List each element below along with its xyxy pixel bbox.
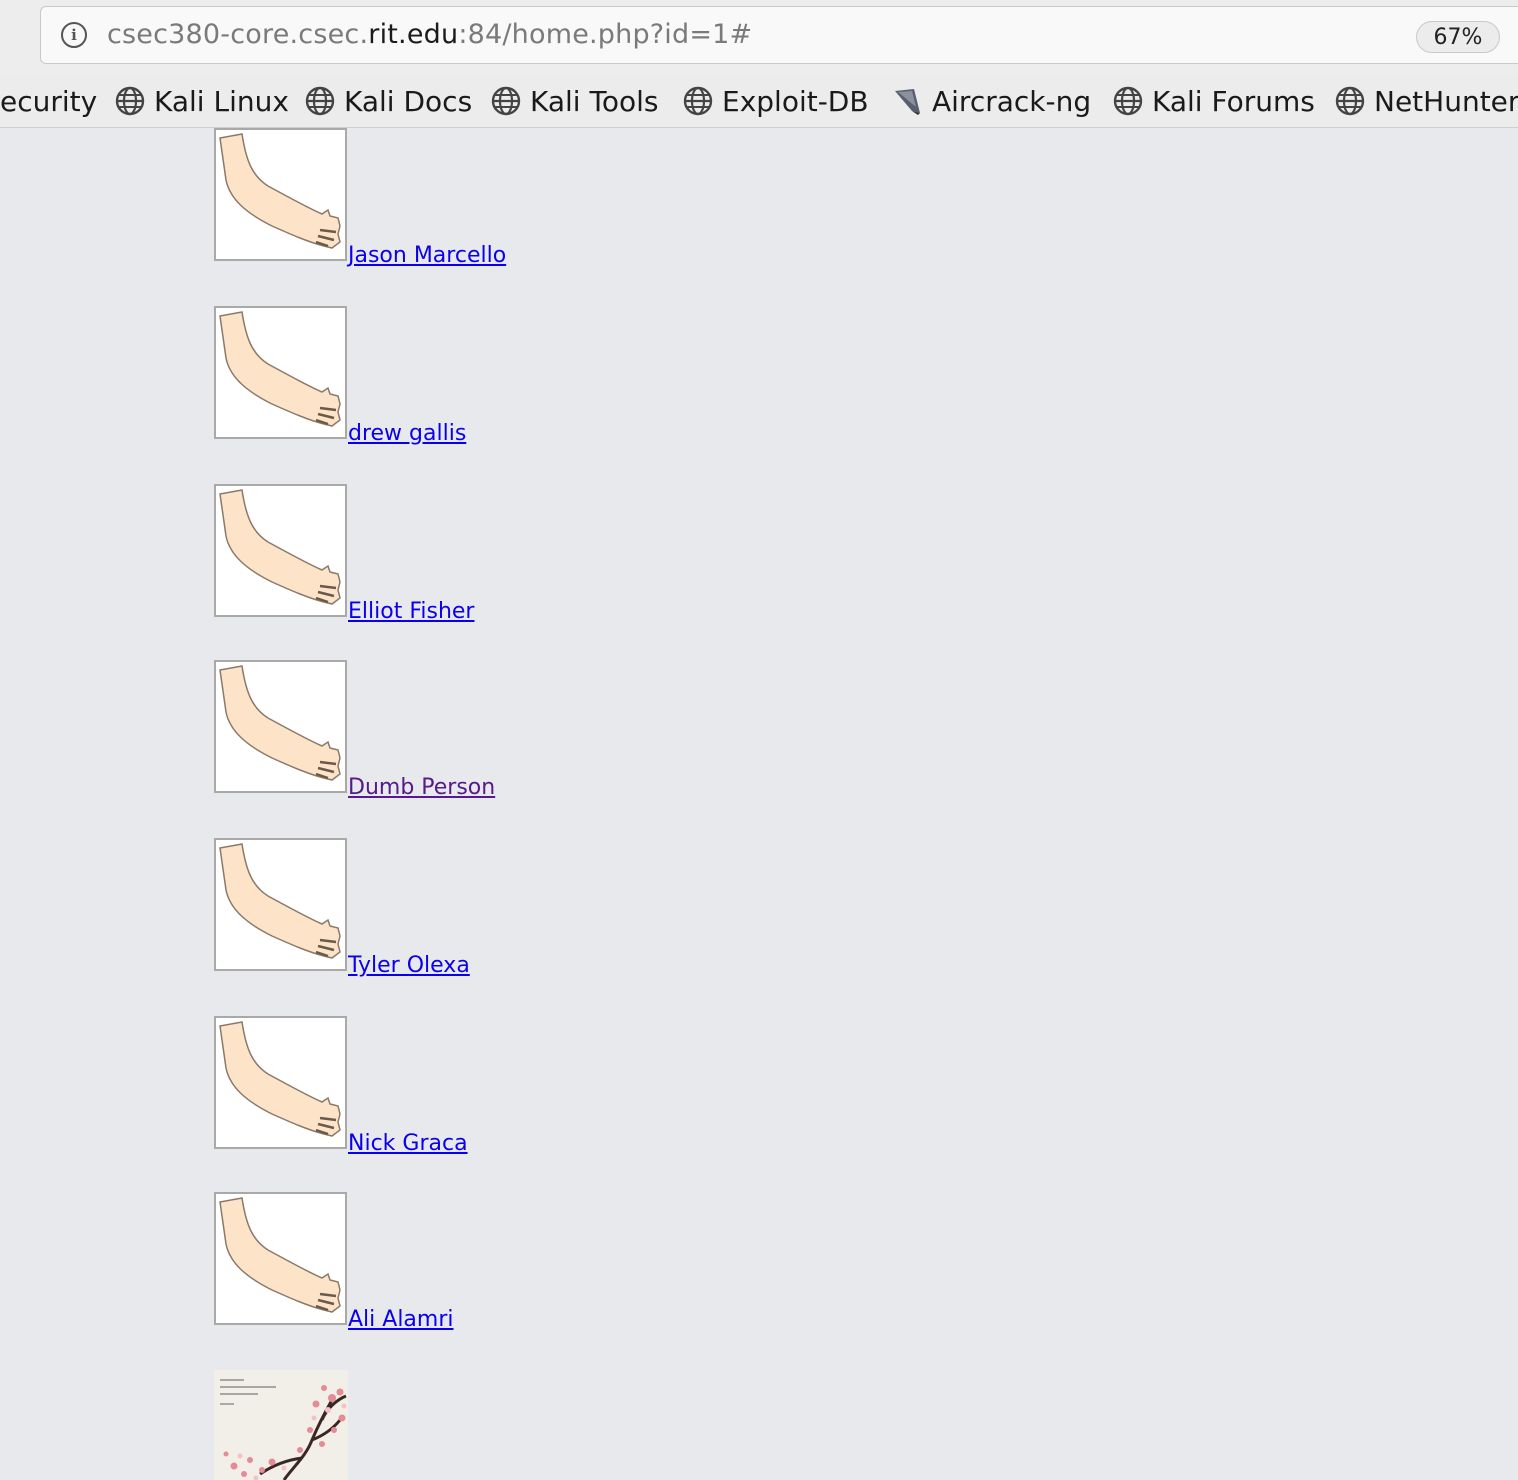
bookmark-label: Kali Tools (530, 84, 659, 118)
cherry-blossom-image (214, 1370, 348, 1480)
user-profile-link[interactable]: Jason Marcello (348, 243, 506, 268)
url-prefix: csec380-core.csec. (107, 19, 369, 50)
globe-icon (1335, 86, 1365, 116)
url-suffix: :84/home.php?id=1# (458, 19, 753, 50)
bookmarks-toolbar: ecurity Kali Linux Kali Docs Kali Tools … (0, 74, 1518, 128)
bookmark-label: Kali Linux (154, 84, 289, 118)
bookmark-kali-forums[interactable]: Kali Forums (1112, 82, 1315, 120)
avatar (214, 660, 347, 793)
cherry-blossom-icon (214, 1370, 348, 1480)
avatar (214, 838, 347, 971)
browser-toolbar: i csec380-core.csec.rit.edu:84/home.php?… (0, 0, 1518, 74)
globe-icon (491, 86, 521, 116)
arm-avatar-icon (219, 665, 341, 781)
avatar (214, 128, 347, 261)
user-profile-link[interactable]: Ali Alamri (348, 1307, 454, 1332)
user-profile-link[interactable]: Tyler Olexa (348, 953, 470, 978)
bookmark-label: Exploit-DB (722, 84, 869, 118)
arm-avatar-icon (219, 1197, 341, 1313)
zoom-level-button[interactable]: 67% (1416, 21, 1500, 53)
globe-icon (1113, 86, 1143, 116)
arm-avatar-icon (219, 489, 341, 605)
user-profile-link[interactable]: drew gallis (348, 421, 466, 446)
bookmark-exploit-db[interactable]: Exploit-DB (682, 82, 869, 120)
avatar (214, 1016, 347, 1149)
url-host: rit.edu (368, 19, 459, 50)
aircrack-icon (895, 89, 920, 115)
avatar (214, 1192, 347, 1325)
url-text[interactable]: csec380-core.csec.rit.edu:84/home.php?id… (107, 19, 752, 50)
bookmark-security[interactable]: ecurity (0, 82, 97, 120)
arm-avatar-icon (219, 843, 341, 959)
globe-icon (683, 86, 713, 116)
bookmark-label: NetHunter (1374, 84, 1518, 118)
arm-avatar-icon (219, 133, 341, 249)
bookmark-label: ecurity (0, 84, 98, 118)
arm-avatar-icon (219, 311, 341, 427)
arm-avatar-icon (219, 1021, 341, 1137)
user-list: Jason Marcello drew gallis Elliot Fisher… (0, 128, 1518, 1480)
bookmark-aircrack-ng[interactable]: Aircrack-ng (892, 82, 1091, 120)
user-profile-link[interactable]: Elliot Fisher (348, 599, 474, 624)
bookmark-nethunter[interactable]: NetHunter (1334, 82, 1518, 120)
bookmark-kali-tools[interactable]: Kali Tools (490, 82, 658, 120)
bookmark-label: Aircrack-ng (932, 84, 1092, 118)
bookmark-label: Kali Docs (344, 84, 473, 118)
bookmark-kali-linux[interactable]: Kali Linux (114, 82, 289, 120)
bookmark-kali-docs[interactable]: Kali Docs (304, 82, 472, 120)
avatar (214, 306, 347, 439)
info-icon[interactable]: i (61, 22, 87, 48)
address-bar[interactable]: i csec380-core.csec.rit.edu:84/home.php?… (40, 6, 1518, 64)
globe-icon (305, 86, 335, 116)
user-profile-link[interactable]: Dumb Person (348, 775, 495, 800)
avatar (214, 484, 347, 617)
user-profile-link[interactable]: Nick Graca (348, 1131, 468, 1156)
globe-icon (115, 86, 145, 116)
bookmark-label: Kali Forums (1152, 84, 1315, 118)
